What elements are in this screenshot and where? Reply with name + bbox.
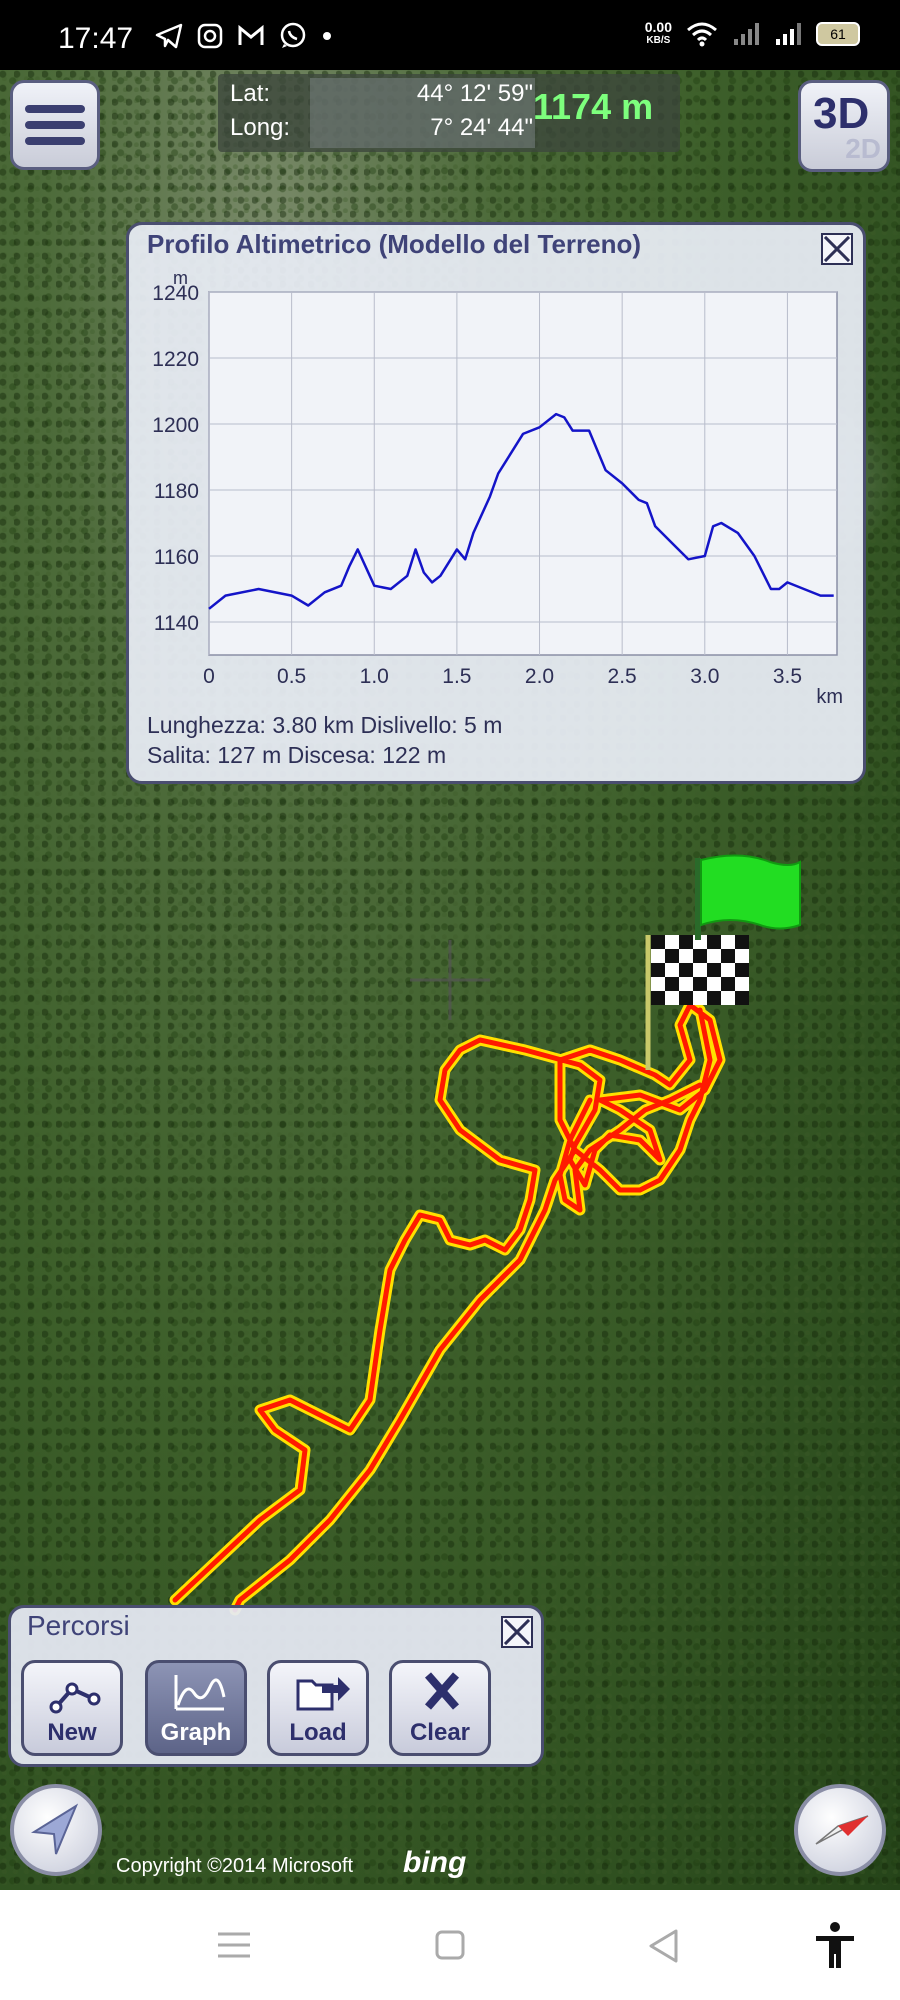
view-3d-label: 3D [813, 89, 870, 138]
clock: 17:47 [58, 22, 134, 55]
signal-icon [734, 23, 759, 45]
locate-me-button[interactable] [10, 1784, 102, 1876]
y-tick-label: 1140 [154, 612, 199, 635]
load-folder-icon [296, 1677, 350, 1711]
whatsapp-icon [280, 22, 306, 48]
system-nav-bar [0, 1890, 900, 2000]
clear-x-icon [424, 1672, 460, 1710]
telegram-icon [155, 23, 183, 49]
x-axis-label: km [816, 686, 843, 705]
y-axis-label: m [173, 268, 188, 288]
new-route-button[interactable]: New [21, 1660, 123, 1756]
y-tick-label: 1160 [154, 546, 199, 569]
x-tick-label: 2.0 [525, 665, 554, 688]
stats-line-1: Lunghezza: 3.80 km Dislivello: 5 m [147, 712, 503, 738]
close-routes-button[interactable] [501, 1616, 533, 1648]
status-bar: 17:47 0.00 KB/S 61 [0, 0, 900, 70]
plot-area [208, 291, 838, 656]
graph-icon [174, 1675, 226, 1711]
battery-icon: 61 [816, 22, 860, 46]
network-speed: 0.00 KB/S [644, 19, 672, 46]
y-tick-label: 1200 [152, 414, 199, 437]
coordinates-display: Lat: 44° 12' 59" Long: 7° 24' 44" 1174 m [218, 74, 680, 152]
stats-line-2: Salita: 127 m Discesa: 122 m [147, 742, 447, 768]
long-label: Long: [230, 114, 291, 141]
lat-label: Lat: [230, 80, 271, 107]
compass-button[interactable] [794, 1784, 886, 1876]
x-tick-label: 0.5 [277, 665, 306, 688]
accessibility-icon[interactable] [813, 1920, 857, 1970]
dot-icon [323, 32, 331, 40]
view-toggle-button[interactable]: 2D 3D [798, 80, 890, 172]
menu-button[interactable] [10, 80, 100, 170]
clear-button[interactable]: Clear [389, 1660, 491, 1756]
menu-lines-icon[interactable] [216, 1930, 252, 1960]
map-copyright: Copyright ©2014 Microsoft [116, 1855, 354, 1877]
elevation-profile-panel: Profilo Altimetrico (Modello del Terreno… [126, 222, 866, 784]
start-flag-icon [695, 854, 801, 940]
gmail-icon [238, 24, 264, 45]
lat-value: 44° 12' 59" [416, 80, 533, 107]
x-tick-label: 3.5 [773, 665, 802, 688]
navigation-arrow-icon [30, 1803, 79, 1855]
x-tick-label: 0 [203, 665, 215, 688]
y-tick-label: 1220 [152, 348, 199, 371]
long-value: 7° 24' 44" [430, 114, 533, 141]
wifi-icon [687, 22, 717, 47]
bing-logo: bing [403, 1846, 467, 1879]
compass-icon [815, 1815, 869, 1845]
hamburger-icon [25, 105, 85, 113]
elevation-chart: 1240122012001180116011400 0.5 1.0 1.5 2.0 2.5… [152, 268, 843, 705]
signal-icon [776, 23, 801, 45]
x-tick-label: 2.5 [608, 665, 637, 688]
load-button[interactable]: Load [267, 1660, 369, 1756]
new-route-icon [49, 1682, 101, 1714]
crosshair-icon [410, 940, 490, 1020]
routes-panel: Percorsi New Graph Load Clear [8, 1605, 544, 1767]
route-track [175, 1005, 720, 1610]
y-tick-label: 1180 [154, 480, 199, 503]
routes-panel-title: Percorsi [27, 1610, 130, 1641]
x-tick-label: 3.0 [690, 665, 719, 688]
back-triangle-icon[interactable] [646, 1928, 680, 1964]
graph-button[interactable]: Graph [145, 1660, 247, 1756]
x-tick-label: 1.0 [360, 665, 389, 688]
altitude-value: 1174 m [533, 86, 654, 127]
home-square-icon[interactable] [434, 1929, 466, 1961]
instagram-icon [197, 23, 223, 49]
x-tick-label: 1.5 [442, 665, 471, 688]
finish-flag-icon [645, 935, 749, 1070]
